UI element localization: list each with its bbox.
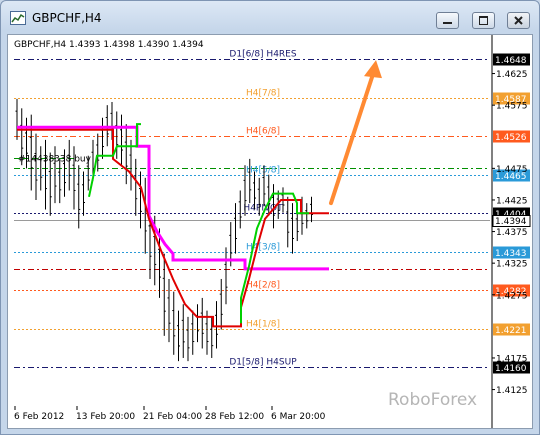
arrow-head <box>364 60 382 79</box>
levels-layer: D1[6/8] H4RESH4[7/8]H4[6/8]H4[5/8]H4PIVO… <box>14 50 490 368</box>
price-tick-label: 1.4425 <box>496 196 528 206</box>
price-tick-label: 1.4275 <box>496 291 528 301</box>
close-icon <box>514 16 523 25</box>
time-label: 21 Feb 04:00 <box>143 412 202 422</box>
price-tick-label: 1.4625 <box>496 70 528 80</box>
chart-app-icon <box>10 11 26 25</box>
chart-window: GBPCHF,H4 D1[6/8] H4RES H4[7/8] H4[6/8] H4[… <box>0 0 540 435</box>
minimize-button[interactable] <box>436 12 459 29</box>
arrow-shaft <box>329 72 375 206</box>
ohlc-label: GBPCHF,H4 1.4393 1.4398 1.4390 1.4394 <box>14 40 204 50</box>
price-tick-label: 1.4575 <box>496 102 528 112</box>
order-label: #14438338 buy <box>18 155 92 165</box>
chart-area[interactable]: D1[6/8] H4RES H4[7/8] H4[6/8] H4[5/8] H4PIVO… <box>7 34 533 429</box>
price-tick-label: 1.4475 <box>496 165 528 175</box>
price-chart[interactable]: D1[6/8] H4RESH4[7/8]H4[6/8]H4[5/8]H4PIVO… <box>8 35 532 428</box>
price-badge-label: 1.4160 <box>495 364 527 374</box>
level-label: D1[6/8] H4RES <box>229 50 296 60</box>
time-label: 6 Mar 20:00 <box>271 412 326 422</box>
level-label: H4[3/8] <box>246 243 280 253</box>
price-tick-label: 1.4125 <box>496 386 528 396</box>
price-tick-label: 1.4325 <box>496 260 528 270</box>
maximize-button[interactable] <box>472 12 495 29</box>
time-label: 6 Feb 2012 <box>14 412 64 422</box>
price-badge-label: 1.4221 <box>495 326 527 336</box>
watermark: RoboForex <box>388 390 477 410</box>
window-title: GBPCHF,H4 <box>32 11 102 25</box>
level-label: H4[1/8] <box>246 320 280 330</box>
price-tick-label: 1.4175 <box>496 354 528 364</box>
forecast-arrow <box>329 60 382 206</box>
level-label: H4[5/8] <box>246 166 280 176</box>
level-label: H4[2/8] <box>246 281 280 291</box>
magenta-line <box>17 125 329 271</box>
time-label: 13 Feb 20:00 <box>76 412 135 422</box>
level-label: H4[6/8] <box>246 127 280 137</box>
price-badge-label: 1.4343 <box>495 249 527 259</box>
price-axis: 1.46481.45871.45261.44651.44041.43431.42… <box>491 35 531 428</box>
time-axis: 6 Feb 2012 13 Feb 20:00 21 Feb 04:00 28 Feb… <box>14 406 326 422</box>
maximize-icon <box>479 16 488 25</box>
minimize-icon <box>443 22 452 24</box>
close-button[interactable] <box>507 12 530 29</box>
level-label: H4[7/8] <box>246 89 280 99</box>
current-price-label: 1.4394 <box>495 217 527 227</box>
price-badge-label: 1.4648 <box>495 56 527 66</box>
level-label: D1[5/8] H4SUP <box>229 358 297 368</box>
title-bar[interactable]: GBPCHF,H4 <box>1 1 539 35</box>
price-badge-label: 1.4526 <box>495 133 527 143</box>
price-tick-label: 1.4375 <box>496 228 528 238</box>
time-label: 28 Feb 12:00 <box>205 412 264 422</box>
